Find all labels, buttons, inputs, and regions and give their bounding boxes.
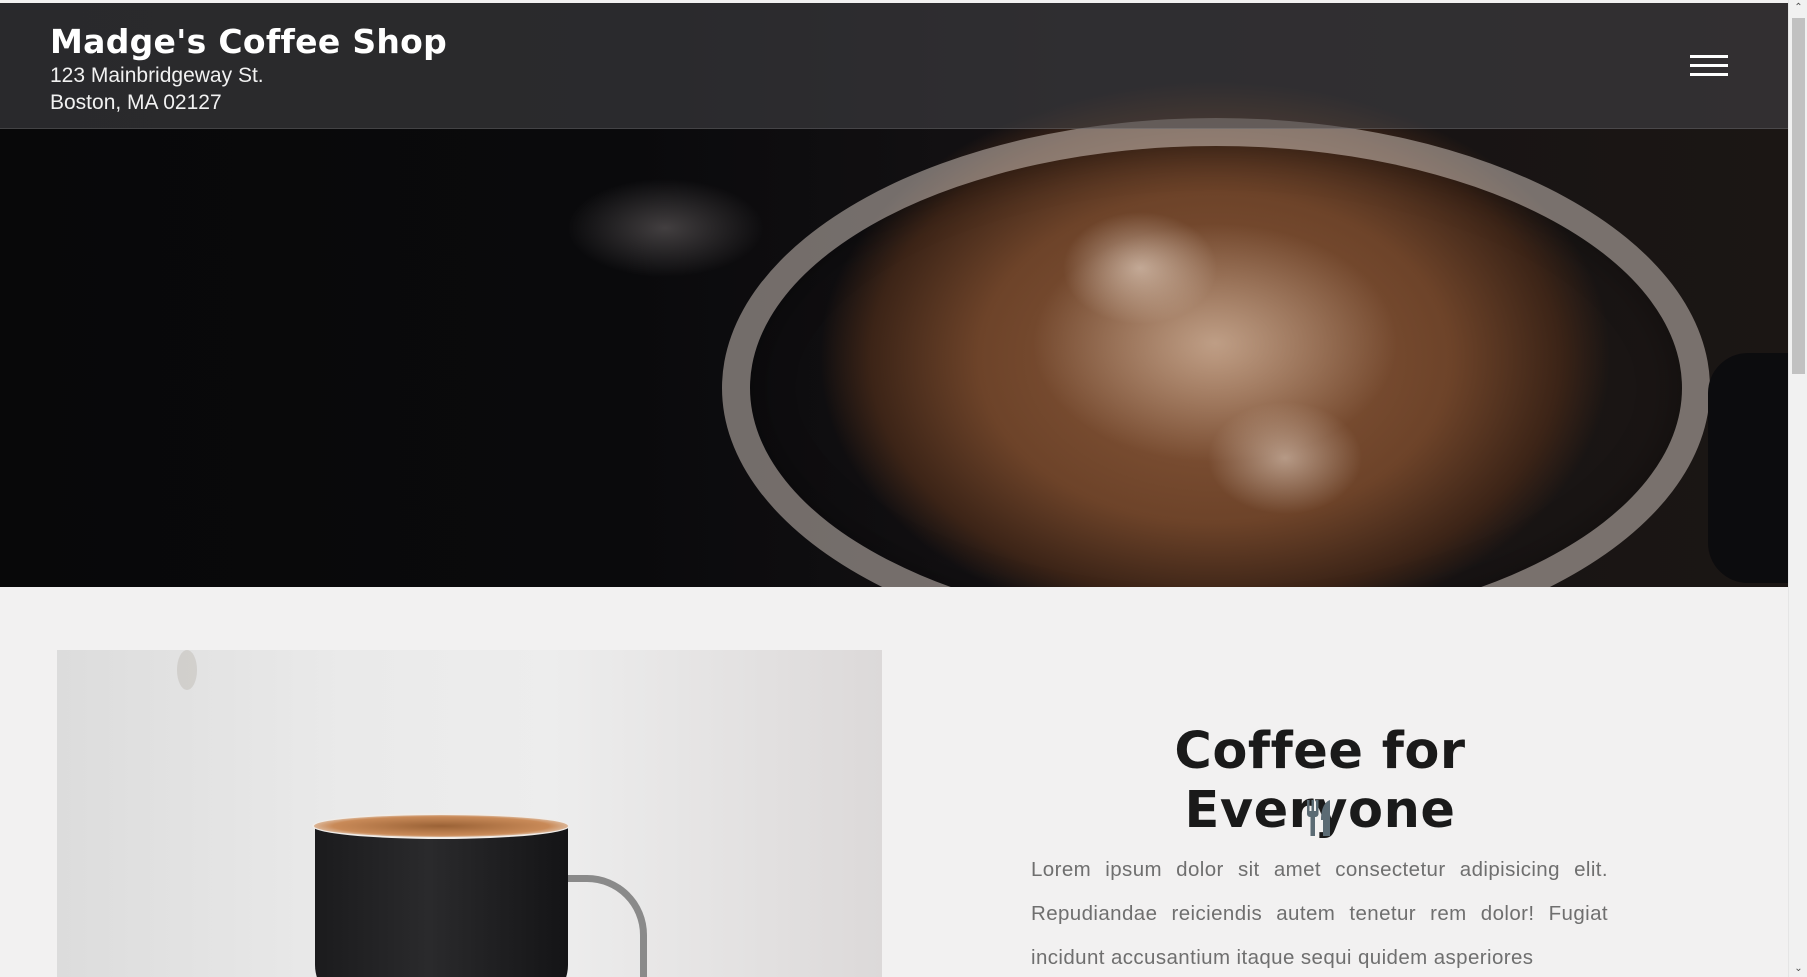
section-body-text: Lorem ipsum dolor sit amet consectetur a… (1031, 858, 1608, 969)
address-line-2: Boston, MA 02127 (50, 91, 222, 114)
hero-banner: Madge's Coffee Shop 123 Mainbridgeway St… (0, 3, 1788, 587)
hamburger-menu-icon[interactable] (1690, 53, 1730, 81)
site-header: Madge's Coffee Shop 123 Mainbridgeway St… (0, 3, 1788, 129)
coffee-cup-photo (57, 650, 882, 977)
latte-cup-handle (1708, 353, 1788, 583)
site-title[interactable]: Madge's Coffee Shop (50, 22, 447, 61)
scrollbar-thumb[interactable] (1792, 18, 1805, 374)
scroll-up-icon[interactable]: ⌃ (1789, 0, 1807, 16)
latte-cup-rim (722, 118, 1710, 587)
vertical-scrollbar[interactable]: ⌃ ⌄ (1788, 0, 1807, 977)
utensils-icon (1304, 800, 1334, 836)
address-line-1: 123 Mainbridgeway St. (50, 64, 264, 87)
scroll-down-icon[interactable]: ⌄ (1789, 961, 1807, 977)
